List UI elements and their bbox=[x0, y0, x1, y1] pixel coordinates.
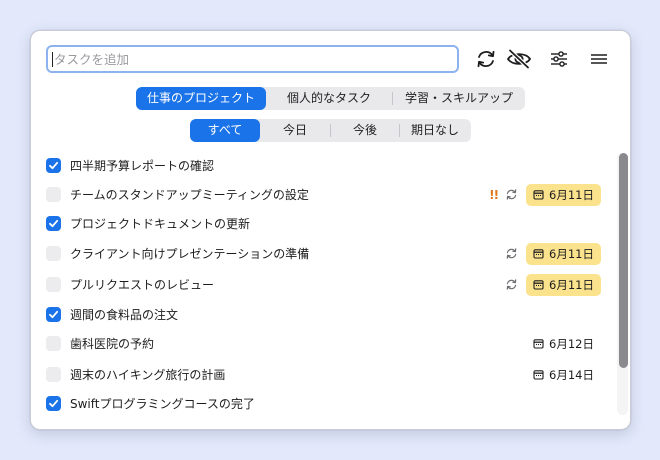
date-filter-segmented-control: すべて 今日 今後 期日なし bbox=[190, 119, 471, 142]
checkmark-icon bbox=[49, 399, 59, 408]
task-title: プルリクエストのレビュー bbox=[70, 278, 215, 292]
add-task-input[interactable] bbox=[46, 45, 459, 73]
filter-tab-all[interactable]: すべて bbox=[190, 119, 260, 142]
task-row[interactable]: 週間の食料品の注文 bbox=[46, 300, 601, 329]
due-date-badge[interactable]: 6月14日 bbox=[526, 364, 601, 386]
checkmark-icon bbox=[49, 310, 59, 319]
sliders-icon bbox=[551, 51, 567, 67]
task-row[interactable]: 四半期予算レポートの確認 bbox=[46, 151, 601, 180]
filter-tab-no-due-date[interactable]: 期日なし bbox=[400, 119, 470, 142]
task-title: クライアント向けプレゼンテーションの準備 bbox=[70, 247, 310, 261]
task-row[interactable]: Swiftプログラミングコースの完了 bbox=[46, 389, 601, 418]
task-meta: !! 6月11日 bbox=[489, 180, 601, 209]
sync-icon bbox=[477, 50, 495, 68]
task-row[interactable]: プルリクエストのレビュー 6月11日 bbox=[46, 270, 601, 299]
project-segmented-control: 仕事のプロジェクト 個人的なタスク 学習・スキルアップ bbox=[136, 87, 525, 110]
task-checkbox[interactable] bbox=[46, 187, 61, 202]
sync-button[interactable] bbox=[472, 45, 500, 73]
due-date-badge[interactable]: 6月11日 bbox=[526, 183, 601, 206]
task-checkbox[interactable] bbox=[46, 367, 61, 382]
task-title: プロジェクトドキュメントの更新 bbox=[70, 217, 251, 231]
task-title: 四半期予算レポートの確認 bbox=[70, 159, 215, 173]
scrollbar-thumb[interactable] bbox=[619, 153, 628, 368]
task-checkbox[interactable] bbox=[46, 277, 61, 292]
filter-settings-button[interactable] bbox=[545, 45, 573, 73]
filter-tab-today[interactable]: 今日 bbox=[260, 119, 330, 142]
task-title: 週末のハイキング旅行の計画 bbox=[70, 368, 226, 382]
checkmark-icon bbox=[49, 161, 59, 170]
due-date-label: 6月14日 bbox=[549, 367, 594, 382]
repeat-indicator bbox=[505, 247, 518, 260]
calendar-icon bbox=[533, 339, 544, 349]
task-row[interactable]: クライアント向けプレゼンテーションの準備 6月11日 bbox=[46, 239, 601, 268]
task-row[interactable]: 週末のハイキング旅行の計画 6月14日 bbox=[46, 360, 601, 389]
calendar-icon bbox=[533, 280, 544, 290]
priority-indicator: !! bbox=[489, 187, 499, 202]
project-tab-personal[interactable]: 個人的なタスク bbox=[266, 87, 392, 110]
task-checkbox[interactable] bbox=[46, 307, 61, 322]
due-date-badge[interactable]: 6月12日 bbox=[526, 333, 601, 355]
due-date-label: 6月12日 bbox=[549, 336, 594, 351]
due-date-label: 6月11日 bbox=[549, 246, 594, 261]
repeat-icon bbox=[506, 189, 517, 200]
task-title: Swiftプログラミングコースの完了 bbox=[70, 397, 255, 411]
text-caret bbox=[52, 52, 53, 67]
calendar-icon bbox=[533, 190, 544, 200]
eye-slash-icon bbox=[506, 49, 532, 69]
scrollbar-track[interactable] bbox=[617, 153, 628, 415]
repeat-indicator bbox=[505, 188, 518, 201]
due-date-badge[interactable]: 6月11日 bbox=[526, 273, 601, 296]
repeat-icon bbox=[506, 248, 517, 259]
repeat-indicator bbox=[505, 278, 518, 291]
task-title: 歯科医院の予約 bbox=[70, 337, 155, 351]
hamburger-menu-icon bbox=[591, 54, 607, 64]
task-meta: 6月12日 bbox=[526, 329, 601, 358]
calendar-icon bbox=[533, 370, 544, 380]
task-row[interactable]: プロジェクトドキュメントの更新 bbox=[46, 209, 601, 238]
task-checkbox[interactable] bbox=[46, 336, 61, 351]
project-tab-learning[interactable]: 学習・スキルアップ bbox=[393, 87, 525, 110]
task-row[interactable]: 歯科医院の予約 6月12日 bbox=[46, 329, 601, 358]
task-meta: 6月14日 bbox=[526, 360, 601, 389]
app-window: 仕事のプロジェクト 個人的なタスク 学習・スキルアップ すべて 今日 今後 期日… bbox=[30, 30, 631, 430]
task-row[interactable]: チームのスタンドアップミーティングの設定!! 6月11日 bbox=[46, 180, 601, 209]
task-checkbox[interactable] bbox=[46, 246, 61, 261]
due-date-label: 6月11日 bbox=[549, 187, 594, 202]
task-checkbox[interactable] bbox=[46, 158, 61, 173]
due-date-badge[interactable]: 6月11日 bbox=[526, 242, 601, 265]
hide-completed-button[interactable] bbox=[504, 45, 534, 73]
checkmark-icon bbox=[49, 219, 59, 228]
filter-tab-upcoming[interactable]: 今後 bbox=[331, 119, 399, 142]
project-tab-work[interactable]: 仕事のプロジェクト bbox=[136, 87, 266, 110]
task-checkbox[interactable] bbox=[46, 396, 61, 411]
calendar-icon bbox=[533, 249, 544, 259]
task-meta: 6月11日 bbox=[505, 270, 601, 299]
menu-button[interactable] bbox=[585, 45, 613, 73]
task-title: チームのスタンドアップミーティングの設定 bbox=[70, 188, 309, 202]
task-title: 週間の食料品の注文 bbox=[70, 308, 179, 322]
task-meta: 6月11日 bbox=[505, 239, 601, 268]
task-checkbox[interactable] bbox=[46, 216, 61, 231]
due-date-label: 6月11日 bbox=[549, 277, 594, 292]
repeat-icon bbox=[506, 279, 517, 290]
